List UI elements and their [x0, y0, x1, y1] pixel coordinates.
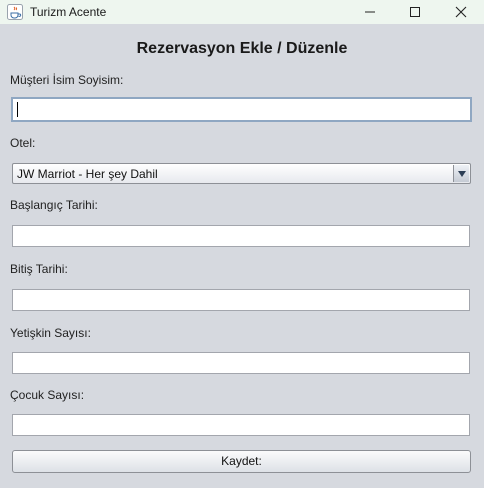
save-button[interactable]: Kaydet: — [12, 450, 471, 473]
close-icon — [455, 6, 467, 18]
customer-name-label: Müşteri İsim Soyisim: — [10, 73, 124, 87]
text-caret — [17, 102, 18, 117]
end-date-field[interactable] — [12, 289, 470, 311]
reservation-form: Rezervasyon Ekle / Düzenle Müşteri İsim … — [0, 24, 484, 488]
children-count-field[interactable] — [12, 414, 470, 436]
customer-name-field[interactable] — [11, 97, 472, 122]
chevron-down-icon — [457, 170, 466, 177]
hotel-select[interactable]: JW Marriot - Her şey Dahil — [12, 163, 471, 184]
close-button[interactable] — [438, 0, 484, 24]
hotel-selected-value: JW Marriot - Her şey Dahil — [17, 167, 158, 181]
start-date-label: Başlangıç Tarihi: — [10, 198, 98, 212]
window-title: Turizm Acente — [30, 5, 107, 19]
minimize-icon — [365, 11, 375, 13]
adults-count-field[interactable] — [12, 352, 470, 374]
hotel-label: Otel: — [10, 136, 36, 150]
adults-count-label: Yetişkin Sayısı: — [10, 326, 91, 340]
children-count-label: Çocuk Sayısı: — [10, 388, 85, 402]
minimize-button[interactable] — [347, 0, 393, 24]
maximize-icon — [410, 7, 420, 17]
maximize-button[interactable] — [392, 0, 438, 24]
end-date-label: Bitiş Tarihi: — [10, 262, 68, 276]
start-date-field[interactable] — [12, 225, 470, 247]
java-cup-icon — [7, 4, 23, 20]
dropdown-arrow-button[interactable] — [453, 165, 469, 182]
form-heading: Rezervasyon Ekle / Düzenle — [136, 40, 348, 57]
title-bar: Turizm Acente — [0, 0, 484, 24]
